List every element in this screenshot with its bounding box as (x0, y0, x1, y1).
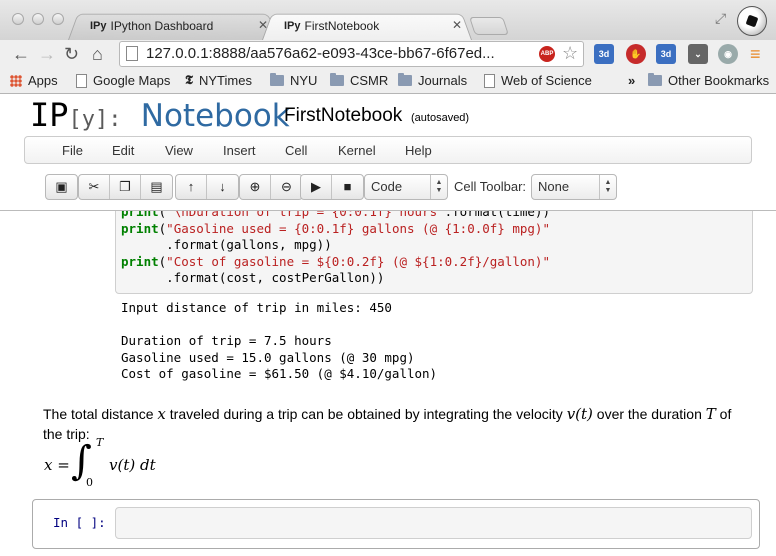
code-text: print("\nDuration of trip = {0:0.1f} hou… (121, 210, 550, 285)
run-below-icon[interactable]: ⊖ (271, 175, 302, 199)
tab-title: FirstNotebook (304, 18, 380, 33)
url-text: 127.0.0.1:8888/aa576a62-e093-43ce-bb67-6… (146, 45, 495, 62)
cell-nav-button-group: ⊕ ⊖ (239, 174, 303, 200)
tab-firstnotebook[interactable]: IPy FirstNotebook ✕ (262, 11, 472, 40)
paste-icon[interactable]: ▤ (141, 175, 172, 199)
nytimes-logo-icon: 𝕿 (185, 73, 193, 88)
stop-icon[interactable]: ■ (332, 175, 363, 199)
menu-edit[interactable]: Edit (112, 143, 134, 158)
folder-icon (270, 73, 284, 86)
select-arrows-icon: ▲ ▼ (599, 175, 616, 199)
autosave-status: (autosaved) (411, 112, 470, 124)
notebook-header: IP[y]: Notebook FirstNotebook (autosaved… (0, 95, 776, 135)
page-icon (76, 73, 87, 88)
bookmark-folder-other[interactable]: Other Bookmarks (648, 73, 769, 88)
eye-extension-icon[interactable]: ◉ (718, 44, 738, 64)
pocket-extension-icon[interactable]: ⌄ (688, 44, 708, 64)
apps-grid-icon (10, 74, 22, 87)
bookmark-web-of-science[interactable]: Web of Science (484, 73, 592, 88)
bookmark-google-maps[interactable]: Google Maps (76, 73, 170, 88)
close-tab-icon[interactable]: ✕ (452, 18, 462, 32)
folder-icon (330, 73, 344, 86)
move-down-icon[interactable]: ↓ (207, 175, 238, 199)
cell-type-select[interactable]: Code ▲ ▼ (364, 174, 448, 200)
home-icon[interactable]: ⌂ (92, 42, 103, 66)
menu-insert[interactable]: Insert (223, 143, 256, 158)
forward-icon[interactable]: → (38, 42, 56, 66)
bookmarks-overflow-chevron[interactable]: » (628, 73, 635, 88)
folder-icon (648, 73, 662, 86)
copy-icon[interactable]: ❐ (110, 175, 141, 199)
menu-hamburger-icon[interactable]: ≡ (750, 42, 761, 66)
bookmark-apps[interactable]: Apps (10, 73, 58, 88)
bookmark-folder-nyu[interactable]: NYU (270, 73, 317, 88)
ipy-favicon-icon: IPy (284, 19, 301, 32)
calendar-extension-icon[interactable]: 3d (594, 44, 614, 64)
notebook-body: print("\nDuration of trip = {0:0.1f} hou… (0, 210, 776, 556)
code-input-area[interactable] (115, 507, 752, 539)
menu-view[interactable]: View (165, 143, 193, 158)
new-tab-button[interactable] (469, 17, 509, 35)
move-button-group: ↑ ↓ (175, 174, 239, 200)
tab-ipython-dashboard[interactable]: IPy IPython Dashboard ✕ (68, 11, 278, 40)
notebook-menubar: File Edit View Insert Cell Kernel Help (24, 136, 752, 164)
hand-extension-icon[interactable]: ✋ (626, 44, 646, 64)
save-button-group: ▣ (45, 174, 78, 200)
move-up-icon[interactable]: ↑ (176, 175, 207, 199)
kernel-button-group: ▶ ■ (300, 174, 364, 200)
cell-toolbar-label: Cell Toolbar: (454, 179, 527, 194)
zoom-window-button[interactable] (52, 13, 64, 25)
cut-icon[interactable]: ✂ (79, 175, 110, 199)
folder-icon (398, 73, 412, 86)
bookmark-star-icon[interactable]: ☆ (562, 41, 578, 65)
code-cell-input[interactable]: print("\nDuration of trip = {0:0.1f} hou… (115, 210, 753, 294)
page-icon (126, 46, 138, 61)
run-above-icon[interactable]: ⊕ (240, 175, 271, 199)
bookmark-folder-journals[interactable]: Journals (398, 73, 467, 88)
calendar-3d-extension-icon[interactable]: 3d (656, 44, 676, 64)
input-prompt: In [ ]: (53, 515, 106, 530)
ipython-logo[interactable]: IP[y]: Notebook (30, 95, 290, 140)
back-icon[interactable]: ← (12, 42, 30, 66)
tab-title: IPython Dashboard (110, 18, 214, 33)
run-cell-icon[interactable]: ▶ (301, 175, 332, 199)
fullscreen-icon[interactable]: ⤢ (715, 10, 726, 27)
page-icon (484, 73, 495, 88)
save-icon[interactable]: ▣ (46, 175, 77, 199)
close-window-button[interactable] (12, 13, 24, 25)
select-arrows-icon: ▲ ▼ (430, 175, 447, 199)
bookmark-nytimes[interactable]: 𝕿 NYTimes (185, 73, 252, 88)
menu-cell[interactable]: Cell (285, 143, 307, 158)
notebook-name[interactable]: FirstNotebook (284, 105, 402, 127)
bookmark-folder-csmr[interactable]: CSMR (330, 73, 388, 88)
minimize-window-button[interactable] (32, 13, 44, 25)
address-bar[interactable]: 127.0.0.1:8888/aa576a62-e093-43ce-bb67-6… (119, 41, 584, 67)
cell-output: Input distance of trip in miles: 450 Dur… (121, 300, 438, 381)
markdown-cell[interactable]: The total distance x traveled during a t… (43, 404, 753, 444)
edit-button-group: ✂ ❐ ▤ (78, 174, 173, 200)
profile-avatar[interactable] (737, 6, 767, 36)
adblock-icon[interactable]: ABP (539, 46, 555, 62)
bookmarks-bar: Apps Google Maps 𝕿 NYTimes NYU CSMR Jour… (0, 68, 776, 94)
reload-icon[interactable]: ↻ (64, 42, 79, 66)
ipy-favicon-icon: IPy (90, 19, 107, 32)
menu-help[interactable]: Help (405, 143, 432, 158)
menu-file[interactable]: File (62, 143, 83, 158)
browser-toolbar: ← → ↻ ⌂ 127.0.0.1:8888/aa576a62-e093-43c… (0, 40, 776, 68)
browser-titlebar: IPy IPython Dashboard ✕ IPy FirstNoteboo… (0, 0, 776, 40)
cell-toolbar-select[interactable]: None ▲ ▼ (531, 174, 617, 200)
menu-kernel[interactable]: Kernel (338, 143, 376, 158)
